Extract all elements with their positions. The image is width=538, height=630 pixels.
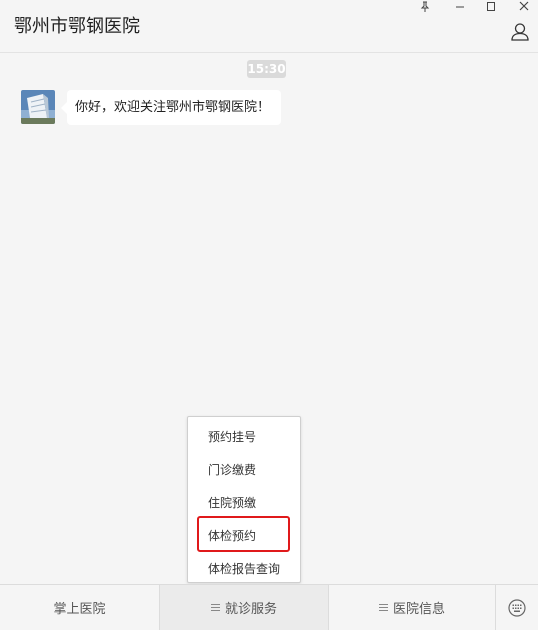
menu-list-icon	[378, 602, 388, 613]
hospital-avatar[interactable]	[21, 90, 55, 124]
highlight-box	[197, 516, 290, 552]
menu-medical-services-label: 就诊服务	[224, 602, 277, 617]
service-submenu: 预约挂号 门诊缴费 住院预缴 体检预约 体检报告查询	[187, 416, 301, 583]
user-icon[interactable]	[510, 22, 530, 42]
menu-item-outpatient-payment[interactable]: 门诊缴费	[208, 462, 256, 478]
minimize-icon[interactable]	[450, 0, 470, 14]
close-icon[interactable]	[514, 0, 534, 14]
message-timestamp: 15:30	[247, 60, 286, 78]
menu-item-inpatient-prepayment[interactable]: 住院预缴	[208, 495, 256, 511]
menu-item-appointment-registration[interactable]: 预约挂号	[208, 429, 256, 445]
maximize-icon[interactable]	[481, 0, 501, 14]
menu-hospital-info-label: 医院信息	[392, 602, 445, 617]
menu-item-checkup-report-query[interactable]: 体检报告查询	[208, 561, 280, 577]
menu-palm-hospital[interactable]: 掌上医院	[0, 585, 159, 630]
page-title: 鄂州市鄂钢医院	[14, 16, 140, 37]
chat-header: 鄂州市鄂钢医院	[0, 0, 538, 53]
keyboard-toggle-icon[interactable]	[496, 585, 538, 630]
pin-icon[interactable]	[415, 0, 435, 14]
menu-palm-hospital-label: 掌上医院	[53, 602, 106, 617]
bottom-menu-bar: 掌上医院 就诊服务 医院信息	[0, 584, 538, 630]
menu-hospital-info[interactable]: 医院信息	[329, 585, 495, 630]
menu-medical-services[interactable]: 就诊服务	[160, 585, 328, 630]
message-bubble: 你好，欢迎关注鄂州市鄂钢医院！	[60, 90, 282, 125]
menu-list-icon	[210, 602, 220, 613]
